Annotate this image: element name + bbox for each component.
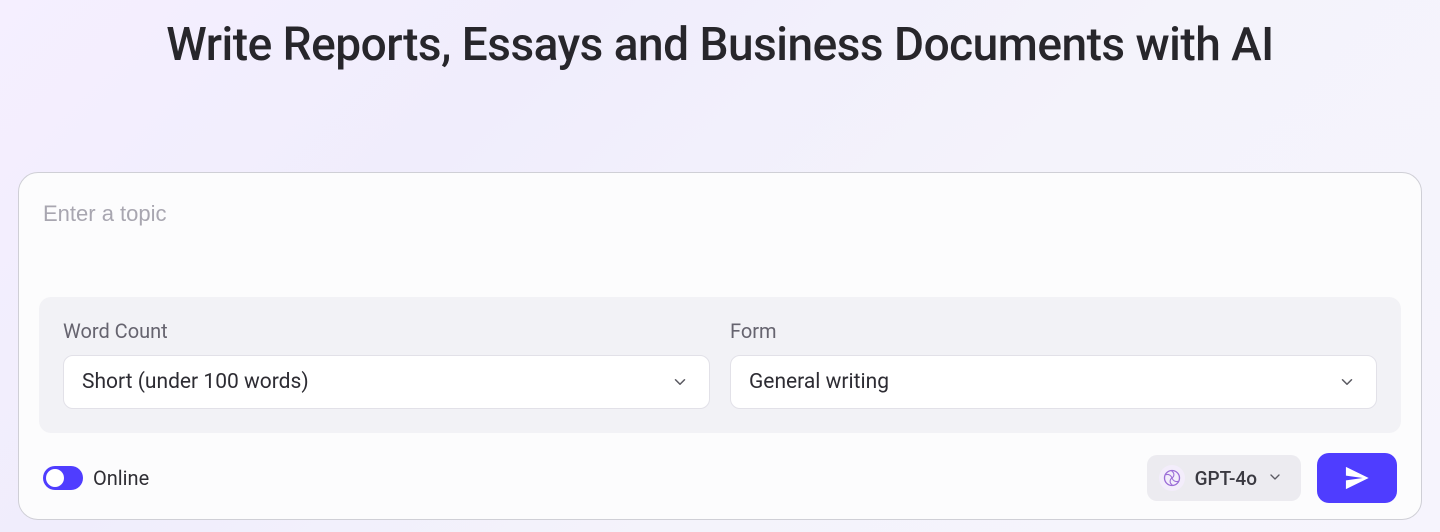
word-count-label: Word Count: [63, 319, 710, 343]
form-label: Form: [730, 319, 1377, 343]
footer-row: Online GPT-4o: [39, 453, 1401, 503]
chevron-down-icon: [1267, 469, 1285, 487]
toggle-knob: [46, 469, 64, 487]
online-toggle-group: Online: [43, 466, 149, 490]
send-button[interactable]: [1317, 453, 1397, 503]
model-select[interactable]: GPT-4o: [1147, 455, 1301, 501]
model-name: GPT-4o: [1195, 467, 1257, 490]
form-value: General writing: [749, 370, 889, 394]
options-row: Word Count Short (under 100 words) Form …: [39, 297, 1401, 433]
word-count-value: Short (under 100 words): [82, 370, 309, 394]
right-controls: GPT-4o: [1147, 453, 1397, 503]
openai-icon: [1159, 465, 1185, 491]
input-card: Word Count Short (under 100 words) Form …: [18, 172, 1422, 520]
online-label: Online: [93, 466, 149, 490]
send-icon: [1343, 464, 1371, 492]
form-select[interactable]: General writing: [730, 355, 1377, 409]
word-count-select[interactable]: Short (under 100 words): [63, 355, 710, 409]
word-count-field: Word Count Short (under 100 words): [63, 319, 710, 409]
online-toggle[interactable]: [43, 466, 83, 490]
form-field: Form General writing: [730, 319, 1377, 409]
chevron-down-icon: [1338, 373, 1356, 391]
chevron-down-icon: [671, 373, 689, 391]
topic-input[interactable]: [39, 195, 1401, 237]
page-title: Write Reports, Essays and Business Docum…: [0, 0, 1440, 72]
